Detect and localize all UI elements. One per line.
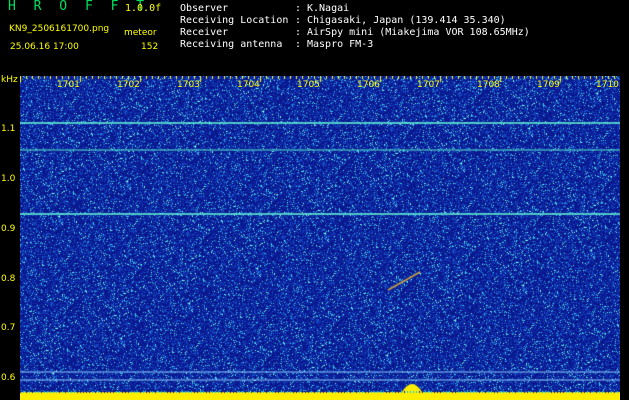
info-value: Maspro FM-3 — [307, 39, 374, 50]
detection-count: 152 — [141, 42, 159, 52]
spectrogram-canvas — [20, 76, 620, 400]
x-tick-label: 1704 — [237, 80, 260, 90]
y-tick-label: 0.7 — [1, 323, 16, 333]
file-name: KN9_2506161700.png — [9, 24, 110, 34]
y-tick-label: 0.9 — [1, 224, 16, 234]
station-info: Observer : K.Nagai Receiving Location : … — [180, 3, 530, 51]
info-value: Chigasaki, Japan (139.414 35.340) — [307, 15, 506, 26]
x-tick-label: 1701 — [57, 80, 80, 90]
info-key: Observer — [180, 3, 229, 14]
x-tick-label: 1708 — [477, 80, 500, 90]
info-row-location: Receiving Location : Chigasaki, Japan (1… — [180, 15, 530, 27]
hroft-window: H R O F F T 1.0.0f KN9_2506161700.png me… — [0, 0, 629, 400]
info-row-observer: Observer : K.Nagai — [180, 3, 530, 15]
y-tick-label: 1.1 — [1, 124, 16, 134]
info-separator: : — [295, 27, 302, 38]
x-tick-label: 1709 — [537, 80, 560, 90]
app-version: 1.0.0f — [125, 3, 162, 14]
x-tick-label: 1702 — [117, 80, 140, 90]
info-separator: : — [295, 3, 302, 14]
y-tick-label: 0.6 — [1, 373, 16, 383]
info-key: Receiver — [180, 27, 229, 38]
info-separator: : — [295, 15, 302, 26]
info-value: AirSpy mini (Miakejima VOR 108.65MHz) — [307, 27, 530, 38]
info-value: K.Nagai — [307, 3, 350, 14]
mode-label: meteor — [124, 28, 157, 38]
y-tick-label: 1.0 — [1, 174, 16, 184]
x-tick-label: 1705 — [297, 80, 320, 90]
x-tick-label: 1703 — [177, 80, 200, 90]
y-tick-label: 0.8 — [1, 274, 16, 284]
info-row-antenna: Receiving antenna : Maspro FM-3 — [180, 39, 530, 51]
date-time: 25.06.16 17:00 — [10, 42, 79, 52]
info-separator: : — [295, 39, 302, 50]
info-row-receiver: Receiver : AirSpy mini (Miakejima VOR 10… — [180, 27, 530, 39]
x-tick-label: 1706 — [357, 80, 380, 90]
x-tick-label: 1710 — [596, 80, 619, 90]
y-axis-unit: kHz — [1, 75, 18, 85]
info-key: Receiving antenna — [180, 39, 283, 50]
x-tick-label: 1707 — [417, 80, 440, 90]
info-key: Receiving Location — [180, 15, 289, 26]
